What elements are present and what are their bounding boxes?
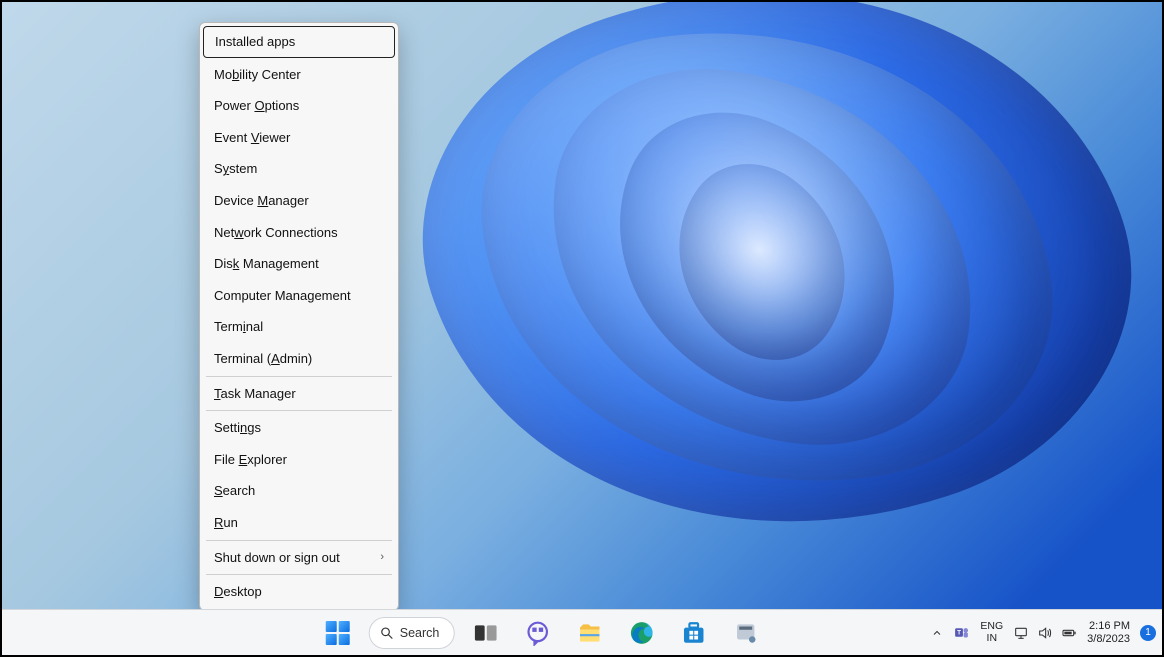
taskbar-app-generic[interactable] xyxy=(724,612,766,654)
menu-item-computer-management[interactable]: Computer Management xyxy=(202,280,396,312)
task-view-icon xyxy=(472,620,498,646)
menu-item-label: System xyxy=(214,161,257,177)
taskbar-microsoft-store[interactable] xyxy=(672,612,714,654)
menu-separator xyxy=(206,540,392,541)
language-indicator[interactable]: ENG IN xyxy=(980,621,1003,643)
taskbar-chat[interactable] xyxy=(516,612,558,654)
menu-item-label: Network Connections xyxy=(214,225,338,241)
search-icon xyxy=(380,626,394,640)
network-icon xyxy=(1013,625,1029,641)
clock-time: 2:16 PM xyxy=(1089,620,1130,632)
menu-item-network-connections[interactable]: Network Connections xyxy=(202,217,396,249)
menu-item-label: Terminal xyxy=(214,319,263,335)
menu-item-label: File Explorer xyxy=(214,452,287,468)
svg-text:T: T xyxy=(957,630,961,637)
windows-logo-icon xyxy=(326,621,350,645)
menu-item-task-manager[interactable]: Task Manager xyxy=(202,378,396,410)
menu-item-label: Event Viewer xyxy=(214,130,290,146)
menu-item-label: Run xyxy=(214,515,238,531)
search-label: Search xyxy=(400,626,440,640)
menu-separator xyxy=(206,574,392,575)
menu-item-search[interactable]: Search xyxy=(202,475,396,507)
start-button[interactable] xyxy=(317,612,359,654)
menu-item-settings[interactable]: Settings xyxy=(202,412,396,444)
menu-item-label: Shut down or sign out xyxy=(214,550,340,566)
menu-item-mobility-center[interactable]: Mobility Center xyxy=(202,59,396,91)
menu-item-label: Power Options xyxy=(214,98,299,114)
store-icon xyxy=(680,620,706,646)
menu-item-label: Task Manager xyxy=(214,386,296,402)
menu-separator xyxy=(206,410,392,411)
menu-item-label: Settings xyxy=(214,420,261,436)
taskbar-edge[interactable] xyxy=(620,612,662,654)
chevron-right-icon: › xyxy=(380,551,384,564)
menu-item-label: Terminal (Admin) xyxy=(214,351,312,367)
menu-item-label: Installed apps xyxy=(215,34,295,50)
menu-item-label: Mobility Center xyxy=(214,67,301,83)
notification-count: 1 xyxy=(1145,627,1151,638)
folder-icon xyxy=(576,620,602,646)
system-tray[interactable] xyxy=(1013,625,1077,641)
teams-tray-icon[interactable]: T xyxy=(953,624,970,641)
desktop-wallpaper[interactable] xyxy=(2,2,1162,655)
taskbar: Search T ENG IN xyxy=(2,609,1162,655)
menu-item-disk-management[interactable]: Disk Management xyxy=(202,248,396,280)
menu-item-power-options[interactable]: Power Options xyxy=(202,90,396,122)
menu-item-label: Computer Management xyxy=(214,288,351,304)
menu-item-shut-down-or-sign-out[interactable]: Shut down or sign out › xyxy=(202,542,396,574)
menu-item-label: Device Manager xyxy=(214,193,309,209)
volume-icon xyxy=(1037,625,1053,641)
lang-secondary: IN xyxy=(987,633,998,644)
menu-item-desktop[interactable]: Desktop xyxy=(202,576,396,608)
clock-date: 3/8/2023 xyxy=(1087,633,1130,645)
menu-item-file-explorer[interactable]: File Explorer xyxy=(202,444,396,476)
menu-item-label: Disk Management xyxy=(214,256,319,272)
menu-item-device-manager[interactable]: Device Manager xyxy=(202,185,396,217)
chat-icon xyxy=(524,620,550,646)
edge-icon xyxy=(628,620,654,646)
menu-item-terminal[interactable]: Terminal xyxy=(202,311,396,343)
menu-separator xyxy=(206,376,392,377)
menu-item-label: Desktop xyxy=(214,584,262,600)
menu-item-run[interactable]: Run xyxy=(202,507,396,539)
menu-item-system[interactable]: System xyxy=(202,153,396,185)
search-box[interactable]: Search xyxy=(369,617,455,649)
taskbar-file-explorer[interactable] xyxy=(568,612,610,654)
notification-badge[interactable]: 1 xyxy=(1140,625,1156,641)
tray-expand-icon[interactable] xyxy=(931,627,943,639)
menu-item-installed-apps[interactable]: Installed apps xyxy=(203,26,395,58)
menu-item-label: Search xyxy=(214,483,255,499)
taskbar-task-view[interactable] xyxy=(464,612,506,654)
menu-item-terminal-admin[interactable]: Terminal (Admin) xyxy=(202,343,396,375)
battery-icon xyxy=(1061,625,1077,641)
app-icon xyxy=(732,620,758,646)
menu-item-event-viewer[interactable]: Event Viewer xyxy=(202,122,396,154)
clock[interactable]: 2:16 PM 3/8/2023 xyxy=(1087,620,1130,644)
lang-primary: ENG xyxy=(980,621,1003,632)
start-context-menu: Installed apps Mobility Center Power Optio… xyxy=(199,22,399,611)
